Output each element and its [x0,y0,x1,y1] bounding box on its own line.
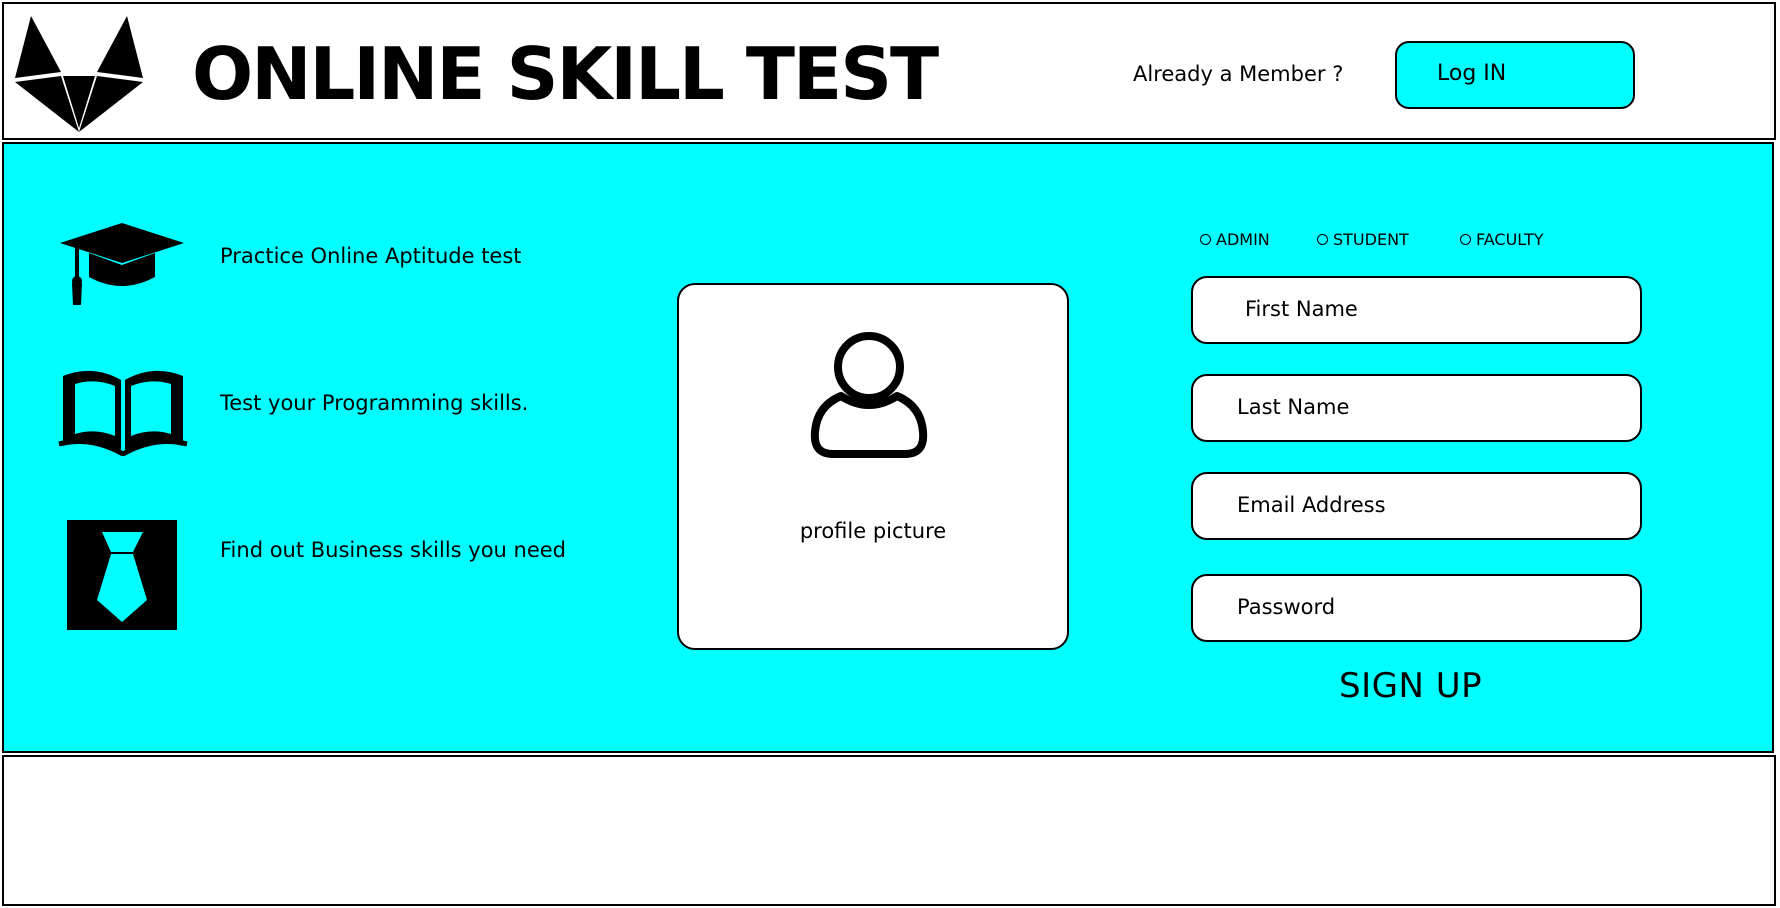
feature-business-text: Find out Business skills you need [220,538,567,562]
radio-button[interactable] [1460,234,1471,245]
radio-button[interactable] [1200,234,1211,245]
password-field[interactable]: Password [1191,574,1642,642]
user-icon [810,332,928,458]
necktie-icon [67,520,177,630]
login-button[interactable]: Log IN [1395,41,1635,109]
radio-button[interactable] [1317,234,1328,245]
role-option-student[interactable]: STUDENT [1317,230,1409,250]
first-name-field[interactable]: First Name [1191,276,1642,344]
profile-picture-upload[interactable]: profile picture [677,283,1069,650]
profile-picture-caption: profile picture [799,519,947,543]
main-panel: Practice Online Aptitude test Test your … [2,142,1774,753]
role-option-admin[interactable]: ADMIN [1200,230,1270,250]
open-book-icon [58,370,188,456]
role-label: FACULTY [1476,230,1544,249]
fox-logo-icon [15,16,143,132]
role-label: STUDENT [1333,230,1409,249]
header-bar: ONLINE SKILL TEST Already a Member ? Log… [2,2,1776,140]
role-label: ADMIN [1216,230,1270,249]
last-name-field[interactable]: Last Name [1191,374,1642,442]
feature-programming-text: Test your Programming skills. [220,391,529,415]
app-title: ONLINE SKILL TEST [192,32,939,116]
feature-aptitude-text: Practice Online Aptitude test [220,244,522,268]
email-field[interactable]: Email Address [1191,472,1642,540]
role-option-faculty[interactable]: FACULTY [1460,230,1544,250]
member-prompt: Already a Member ? [1133,62,1344,86]
sign-up-button[interactable]: SIGN UP [1339,664,1482,708]
footer-area [2,755,1776,906]
graduation-cap-icon [60,223,184,305]
